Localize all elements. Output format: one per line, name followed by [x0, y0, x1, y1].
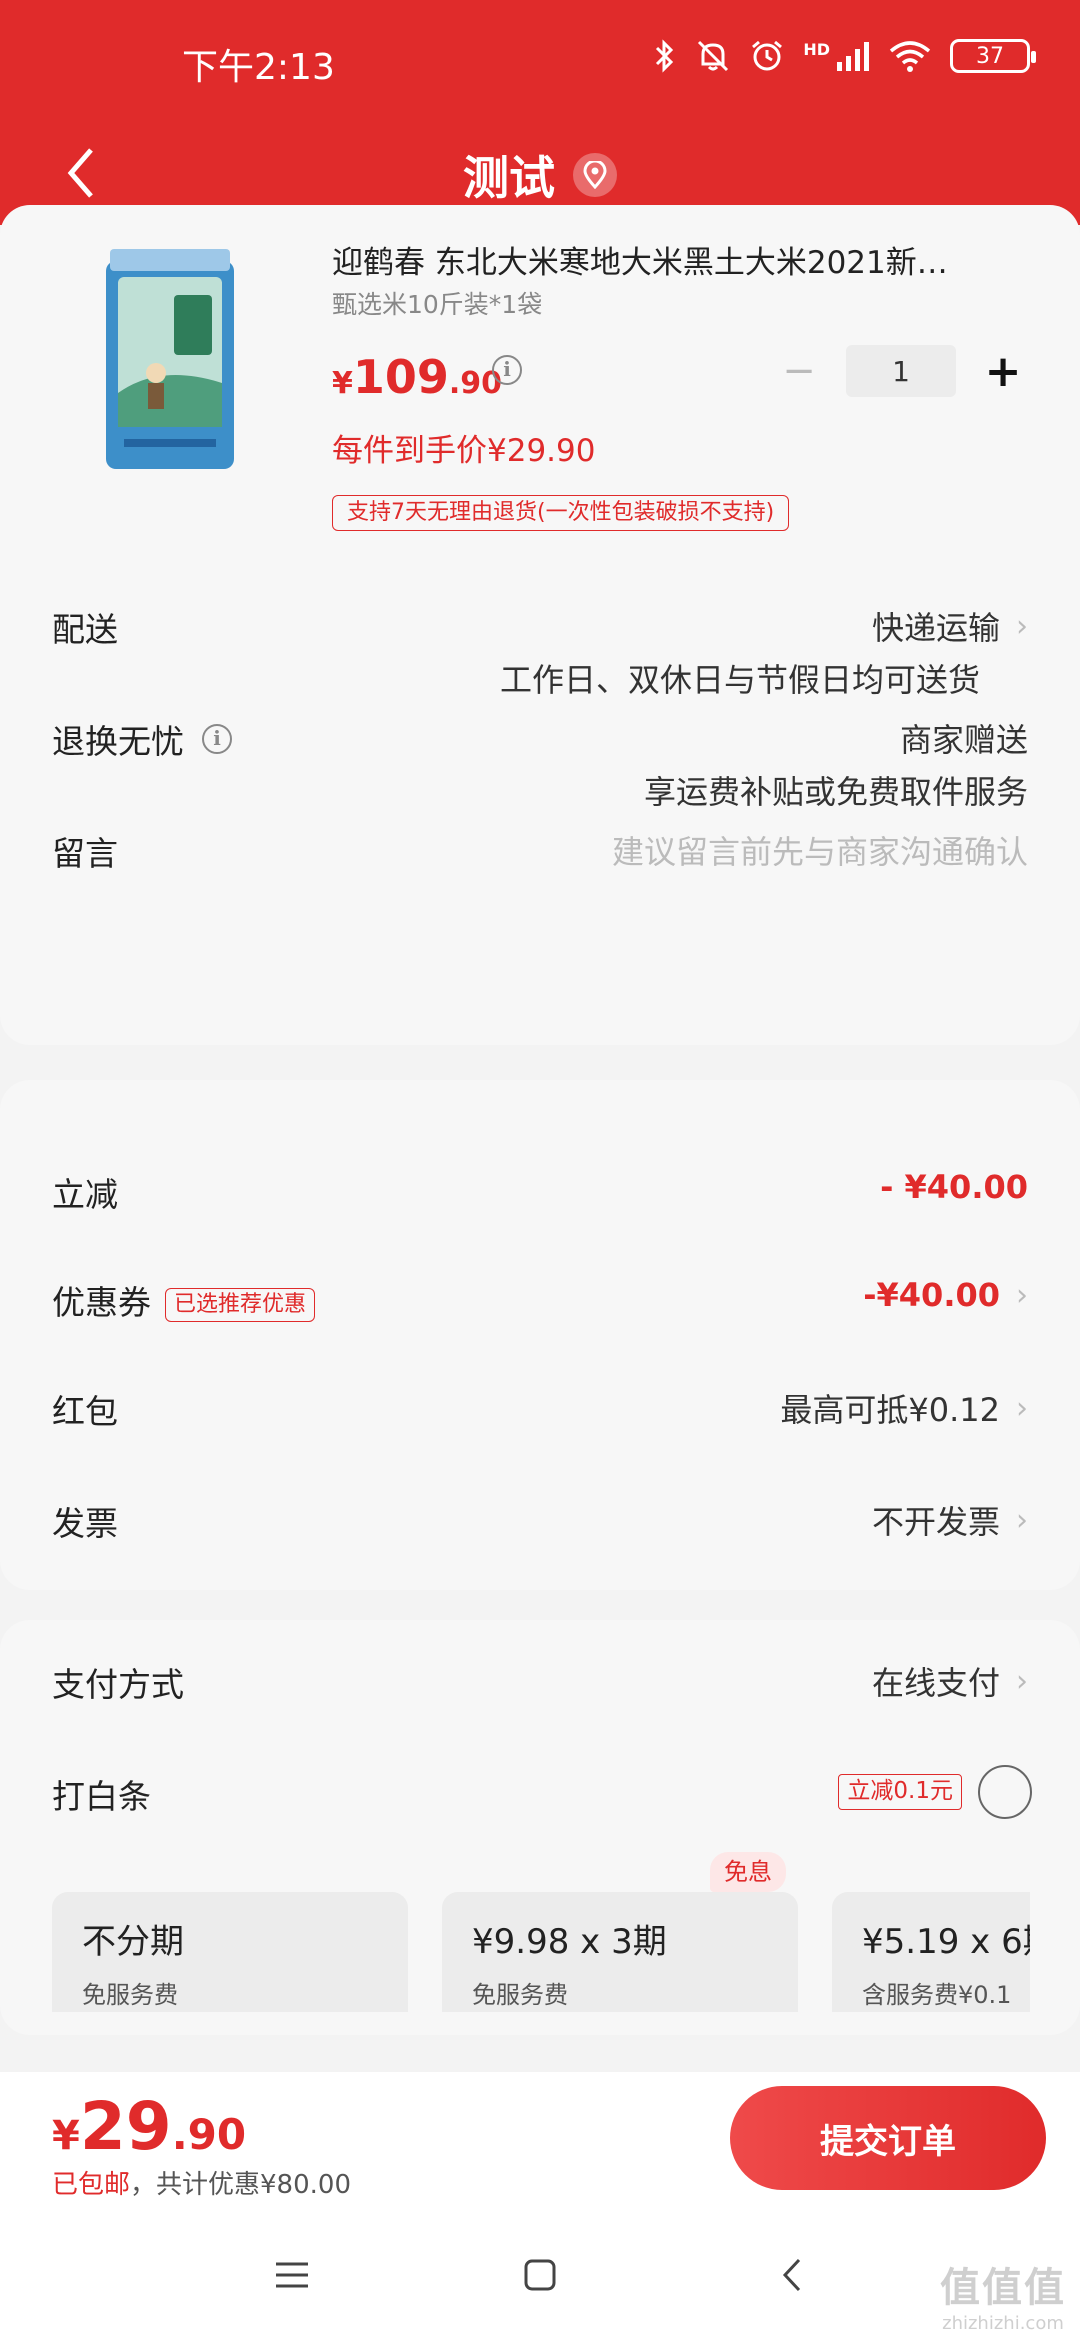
product-image [106, 249, 234, 469]
status-icons: HD 37 [653, 38, 1036, 74]
savings-note: ，共计优惠¥80.00 [130, 2170, 351, 2200]
red-packet-value: 最高可抵¥0.12 [780, 1391, 1000, 1429]
home-icon[interactable] [510, 2250, 570, 2300]
total-decimal: .90 [171, 2110, 247, 2159]
installment-option[interactable]: ¥9.98 x 3期 免服务费 [442, 1892, 798, 2012]
product-title[interactable]: 迎鹤春 东北大米寒地大米黑土大米2021新… [332, 237, 1032, 282]
increase-quantity-button[interactable]: + [978, 346, 1028, 397]
price-integer: 109 [352, 350, 449, 404]
price-info-icon[interactable]: i [492, 355, 522, 385]
status-time: 下午2:13 [182, 47, 335, 88]
menu-icon[interactable] [262, 2250, 322, 2300]
wifi-icon [889, 41, 931, 72]
invoice-label: 发票 [52, 1504, 118, 1543]
installment-option[interactable]: 不分期 免服务费 [52, 1892, 408, 2012]
total-symbol: ¥ [52, 2113, 80, 2159]
watermark-url: zhizhizhi.com [942, 2313, 1064, 2334]
instant-discount-value: - ¥40.00 [880, 1168, 1028, 1206]
delivery-value: 快递运输 [871, 609, 1000, 647]
baitiao-label: 打白条 [52, 1777, 151, 1816]
total-price: ¥29.90 [52, 2088, 246, 2165]
decrease-quantity-button[interactable]: − [774, 346, 824, 396]
coupon-row[interactable]: -¥40.00 › [863, 1276, 1028, 1314]
app-header: 下午2:13 HD 37 测试 [0, 0, 1080, 225]
system-nav-bar: 值值值 zhizhizhi.com [0, 2210, 1080, 2340]
chevron-right-icon: › [1016, 1390, 1028, 1426]
installment-main: ¥5.19 x 6期 [862, 1922, 1030, 1962]
back-icon[interactable] [762, 2250, 822, 2300]
returns-note: 享运费补贴或免费取件服务 [643, 773, 1028, 811]
installment-main: 不分期 [82, 1922, 184, 1962]
delivery-row[interactable]: 快递运输 › [872, 603, 1028, 649]
product-price: ¥109.90 [332, 350, 502, 404]
delivery-label: 配送 [52, 610, 118, 649]
total-note: 已包邮，共计优惠¥80.00 [52, 2164, 351, 2201]
chevron-right-icon: › [1016, 1277, 1028, 1313]
product-spec: 甄选米10斤装*1袋 [332, 290, 543, 319]
product-card: 迎鹤春 东北大米寒地大米黑土大米2021新… 甄选米10斤装*1袋 ¥109.9… [0, 205, 1080, 1045]
bluetooth-icon [656, 39, 674, 73]
payment-method-label: 支付方式 [52, 1665, 184, 1704]
submit-order-button[interactable]: 提交订单 [730, 2086, 1046, 2190]
coupon-label-group: 优惠券 已选推荐优惠 [52, 1276, 316, 1324]
baitiao-radio[interactable] [978, 1765, 1032, 1819]
status-bar: 下午2:13 HD 37 [0, 0, 1080, 125]
payment-method-row[interactable]: 在线支付 › [872, 1658, 1028, 1704]
invoice-row[interactable]: 不开发票 › [872, 1497, 1028, 1543]
chevron-right-icon: › [1016, 608, 1028, 644]
shipping-note: 已包邮 [52, 2170, 131, 2200]
checkout-bar: ¥29.90 已包邮，共计优惠¥80.00 提交订单 [0, 2072, 1080, 2210]
location-pin-icon[interactable] [573, 153, 617, 197]
signal-icon [837, 42, 869, 71]
battery-level: 37 [976, 43, 1004, 69]
free-interest-badge: 免息 [710, 1852, 786, 1892]
chevron-right-icon: › [1016, 1663, 1028, 1699]
installment-option[interactable]: ¥5.19 x 6期 含服务费¥0.1 [832, 1892, 1030, 2012]
watermark: 值值值 zhizhizhi.com [940, 2255, 1066, 2334]
returns-info-icon[interactable]: i [202, 724, 232, 754]
coupon-value: -¥40.00 [863, 1276, 1000, 1314]
price-symbol: ¥ [332, 366, 353, 401]
coupon-recommended-tag: 已选推荐优惠 [165, 1287, 316, 1322]
network-hd-label: HD [803, 39, 830, 59]
returns-label-group: 退换无忧 i [52, 715, 232, 763]
installment-options: 不分期 免服务费 ¥9.98 x 3期 免服务费 ¥5.19 x 6期 含服务费… [52, 1872, 1030, 2012]
mute-bell-icon [698, 40, 729, 72]
watermark-logo: 值值值 [940, 2265, 1066, 2311]
instant-discount-label: 立减 [52, 1175, 118, 1214]
delivery-note: 工作日、双休日与节假日均可送货 [499, 661, 980, 699]
payment-card: 支付方式 在线支付 › 打白条 立减0.1元 不分期 免服务费 ¥9.98 x … [0, 1620, 1080, 2035]
quantity-input[interactable]: 1 [846, 345, 956, 397]
battery-indicator: 37 [950, 39, 1036, 73]
installment-sub: 免服务费 [472, 1981, 568, 2009]
red-packet-label: 红包 [52, 1392, 118, 1431]
discount-card: 立减 - ¥40.00 优惠券 已选推荐优惠 -¥40.00 › 红包 最高可抵¥… [0, 1080, 1080, 1590]
message-input[interactable]: 建议留言前先与商家沟通确认 [612, 827, 1028, 873]
baitiao-discount-tag: 立减0.1元 [838, 1774, 962, 1810]
invoice-value: 不开发票 [871, 1503, 1000, 1541]
red-packet-row[interactable]: 最高可抵¥0.12 › [780, 1385, 1028, 1431]
per-item-price: 每件到手价¥29.90 [332, 433, 596, 469]
baitiao-row: 立减0.1元 [838, 1765, 1032, 1819]
return-policy-tag: 支持7天无理由退货(一次性包装破损不支持) [332, 495, 790, 531]
returns-label: 退换无忧 [52, 722, 184, 761]
installment-sub: 免服务费 [82, 1981, 178, 2009]
installment-sub: 含服务费¥0.1 [862, 1981, 1012, 2009]
returns-value: 商家赠送 [899, 721, 1028, 759]
chevron-right-icon: › [1016, 1502, 1028, 1538]
page-title: 测试 [463, 151, 555, 205]
quantity-stepper: − 1 + [774, 345, 1028, 397]
coupon-label: 优惠券 [52, 1283, 151, 1322]
payment-method-value: 在线支付 [871, 1664, 1000, 1702]
message-label: 留言 [52, 834, 118, 873]
installment-main: ¥9.98 x 3期 [472, 1922, 667, 1962]
total-integer: 29 [79, 2088, 172, 2165]
alarm-icon [752, 40, 783, 71]
